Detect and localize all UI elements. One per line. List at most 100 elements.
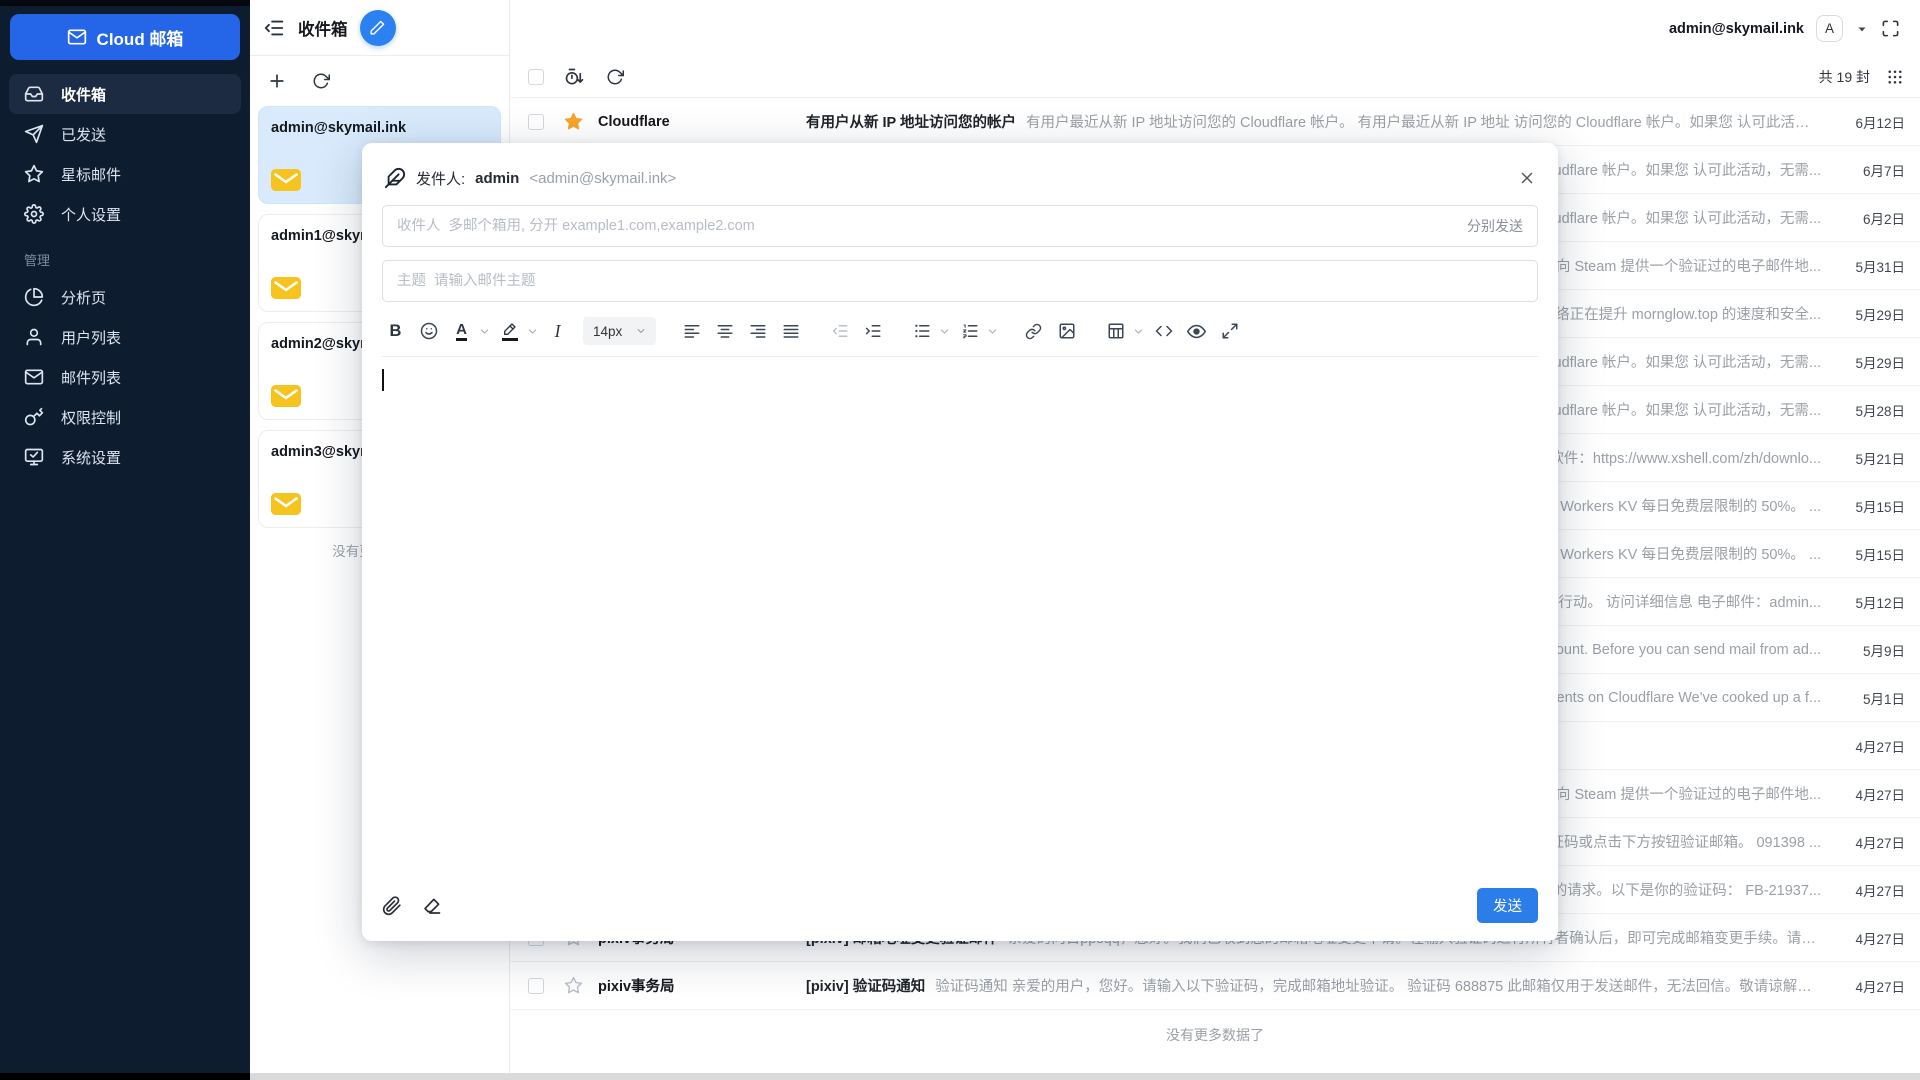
sidebar-item-permissions[interactable]: 权限控制 [9, 397, 241, 437]
refresh-icon[interactable] [312, 72, 330, 90]
highlight-dropdown-icon[interactable] [527, 326, 538, 337]
from-name: admin [475, 170, 519, 187]
mail-date: 5月28日 [1833, 400, 1905, 420]
mail-row[interactable]: Cloudflare有用户从新 IP 地址访问您的帐户有用户最近从新 IP 地址… [510, 98, 1920, 146]
mail-sender: Cloudflare [598, 114, 806, 130]
sidebar-item-mail-list[interactable]: 邮件列表 [9, 357, 241, 397]
mail-date: 5月15日 [1833, 544, 1905, 564]
sidebar-item-label: 权限控制 [61, 407, 121, 428]
star-icon [24, 164, 44, 184]
compose-header: 发件人: admin <admin@skymail.ink> [362, 143, 1558, 205]
ordered-list-dropdown-icon[interactable] [987, 326, 998, 337]
mail-date: 5月21日 [1833, 448, 1905, 468]
avatar[interactable]: A [1816, 15, 1843, 42]
align-left-icon[interactable] [678, 317, 705, 345]
recipient-input[interactable] [397, 218, 1467, 234]
emoji-icon[interactable] [415, 317, 442, 345]
compose-modal: 发件人: admin <admin@skymail.ink> 分别发送 B A … [362, 143, 1558, 941]
sidebar-item-system-settings[interactable]: 系统设置 [9, 437, 241, 477]
bullet-list-icon[interactable] [908, 317, 935, 345]
editor-toolbar: B A I 14px [382, 317, 1538, 357]
key-icon [24, 407, 44, 427]
row-checkbox[interactable] [528, 114, 544, 130]
mail-date: 4月27日 [1833, 784, 1905, 804]
mail-date: 6月2日 [1833, 208, 1905, 228]
sort-by-time-icon[interactable] [564, 67, 584, 87]
mail-date: 5月1日 [1833, 688, 1905, 708]
bullet-list-dropdown-icon[interactable] [939, 326, 950, 337]
eraser-icon[interactable] [422, 895, 443, 916]
sidebar-item-label: 邮件列表 [61, 367, 121, 388]
outdent-icon[interactable] [826, 317, 853, 345]
subject-row [382, 260, 1538, 302]
sidebar-item-sent[interactable]: 已发送 [9, 114, 241, 154]
bottom-strip [250, 1073, 1920, 1080]
mail-date: 4月27日 [1833, 880, 1905, 900]
star-filled-icon[interactable] [564, 112, 583, 131]
close-icon[interactable] [1518, 169, 1536, 187]
mail-date: 4月27日 [1833, 928, 1905, 948]
fullscreen-icon[interactable] [1881, 19, 1900, 38]
table-icon[interactable] [1102, 317, 1129, 345]
collapse-sidebar-icon[interactable] [263, 17, 285, 39]
accounts-toolbar [250, 56, 509, 105]
align-center-icon[interactable] [711, 317, 738, 345]
select-all-checkbox[interactable] [528, 69, 544, 85]
image-icon[interactable] [1053, 317, 1080, 345]
sidebar-item-label: 个人设置 [61, 204, 121, 225]
italic-icon[interactable]: I [544, 317, 571, 345]
sidebar-item-label: 已发送 [61, 124, 106, 145]
mail-preview: 有用户最近从新 IP 地址访问您的 Cloudflare 帐户。 有用户最近从新… [1026, 111, 1821, 132]
highlight-icon[interactable] [496, 317, 523, 345]
caret-down-icon[interactable] [1855, 22, 1869, 36]
mail-date: 5月29日 [1833, 352, 1905, 372]
bold-icon[interactable]: B [382, 317, 409, 345]
ordered-list-icon[interactable] [956, 317, 983, 345]
mail-date: 6月7日 [1833, 160, 1905, 180]
align-right-icon[interactable] [744, 317, 771, 345]
refresh-icon[interactable] [606, 68, 624, 86]
align-justify-icon[interactable] [777, 317, 804, 345]
subject-input[interactable] [397, 273, 1523, 289]
font-size-select[interactable]: 14px [583, 317, 656, 345]
add-account-icon[interactable] [267, 71, 287, 91]
mail-date: 5月15日 [1833, 496, 1905, 516]
grid-view-icon[interactable] [1886, 68, 1904, 86]
from-address: <admin@skymail.ink> [529, 170, 676, 187]
send-icon [24, 124, 44, 144]
sidebar-item-inbox[interactable]: 收件箱 [9, 74, 241, 114]
sidebar-item-label: 星标邮件 [61, 164, 121, 185]
sidebar-item-users[interactable]: 用户列表 [9, 317, 241, 357]
star-outline-icon[interactable] [564, 976, 583, 995]
text-caret [382, 369, 384, 391]
brand-button[interactable]: Cloud 邮箱 [10, 14, 240, 60]
link-icon[interactable] [1020, 317, 1047, 345]
sidebar-item-analytics[interactable]: 分析页 [9, 277, 241, 317]
font-color-icon[interactable]: A [448, 317, 475, 345]
panel-title: 收件箱 [298, 16, 348, 40]
compose-button[interactable] [360, 10, 396, 46]
sidebar-item-personal-settings[interactable]: 个人设置 [9, 194, 241, 234]
envelope-badge-icon [271, 493, 301, 515]
sidebar: Cloud 邮箱 收件箱已发送星标邮件个人设置 管理 分析页用户列表邮件列表权限… [0, 0, 250, 1080]
attachment-icon[interactable] [382, 896, 402, 916]
editor-fullscreen-icon[interactable] [1216, 317, 1243, 345]
table-dropdown-icon[interactable] [1133, 326, 1144, 337]
code-icon[interactable] [1150, 317, 1177, 345]
send-button[interactable]: 发送 [1477, 888, 1538, 923]
mail-date: 5月29日 [1833, 304, 1905, 324]
row-checkbox[interactable] [528, 978, 544, 994]
send-separately-button[interactable]: 分别发送 [1467, 216, 1523, 236]
sidebar-bottom-strip [0, 1073, 250, 1080]
mail-date: 4月27日 [1833, 832, 1905, 852]
list-no-more-text: 没有更多数据了 [510, 1010, 1920, 1060]
mail-row[interactable]: pixiv事务局[pixiv] 验证码通知验证码通知 亲爱的用户，您好。请输入以… [510, 962, 1920, 1010]
mail-date: 4月27日 [1833, 976, 1905, 996]
indent-icon[interactable] [859, 317, 886, 345]
editor-body[interactable] [382, 357, 1538, 888]
sidebar-item-starred[interactable]: 星标邮件 [9, 154, 241, 194]
mail-sender: pixiv事务局 [598, 975, 806, 996]
font-color-dropdown-icon[interactable] [479, 326, 490, 337]
brand-label: Cloud 邮箱 [97, 25, 184, 50]
preview-eye-icon[interactable] [1183, 317, 1210, 345]
